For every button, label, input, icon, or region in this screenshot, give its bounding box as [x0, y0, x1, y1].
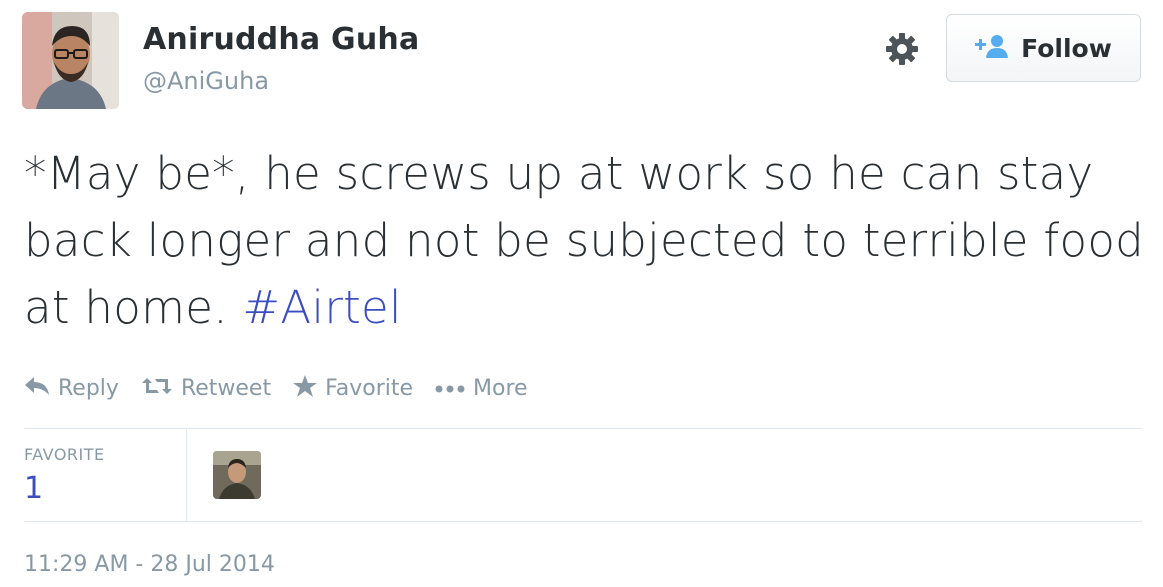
more-button[interactable]: More: [435, 376, 528, 401]
follow-button[interactable]: Follow: [946, 14, 1141, 82]
ellipsis-icon: [435, 379, 465, 398]
favorite-stat[interactable]: FAVORITE 1: [24, 430, 187, 522]
author-avatar[interactable]: [22, 12, 119, 109]
tweet-body: *May be*, he screws up at work so he can…: [24, 147, 1145, 334]
tweet-actions: Reply Retweet Favorite More: [24, 372, 550, 404]
author-fullname[interactable]: Aniruddha Guha: [143, 22, 419, 58]
hashtag-link[interactable]: #Airtel: [242, 281, 401, 334]
tweet-stats: FAVORITE 1: [24, 430, 261, 522]
favorite-label: Favorite: [325, 375, 414, 401]
author-username[interactable]: @AniGuha: [143, 66, 419, 96]
stats-divider-top: [24, 428, 1142, 429]
reply-button[interactable]: Reply: [24, 376, 119, 401]
tweet-text: *May be*, he screws up at work so he can…: [24, 140, 1144, 341]
retweet-label: Retweet: [180, 375, 272, 401]
tweet-timestamp[interactable]: 11:29 AM - 28 Jul 2014: [24, 550, 275, 580]
retweet-button[interactable]: Retweet: [141, 376, 271, 401]
more-label: More: [473, 375, 528, 401]
follow-label: Follow: [1021, 33, 1112, 63]
retweet-icon: [141, 376, 173, 400]
avatar-image: [22, 12, 119, 109]
reply-label: Reply: [58, 375, 119, 401]
add-person-icon: [975, 34, 1009, 62]
favorite-stat-count: 1: [24, 471, 44, 506]
star-icon: [293, 375, 318, 401]
gear-icon[interactable]: [884, 31, 920, 67]
favorite-button[interactable]: Favorite: [293, 375, 413, 401]
favorite-stat-label: FAVORITE: [24, 445, 105, 464]
author-block[interactable]: Aniruddha Guha @AniGuha: [143, 22, 419, 96]
favoriter-avatar[interactable]: [213, 451, 261, 499]
stats-divider-bottom: [24, 521, 1142, 522]
reply-icon: [24, 376, 50, 400]
